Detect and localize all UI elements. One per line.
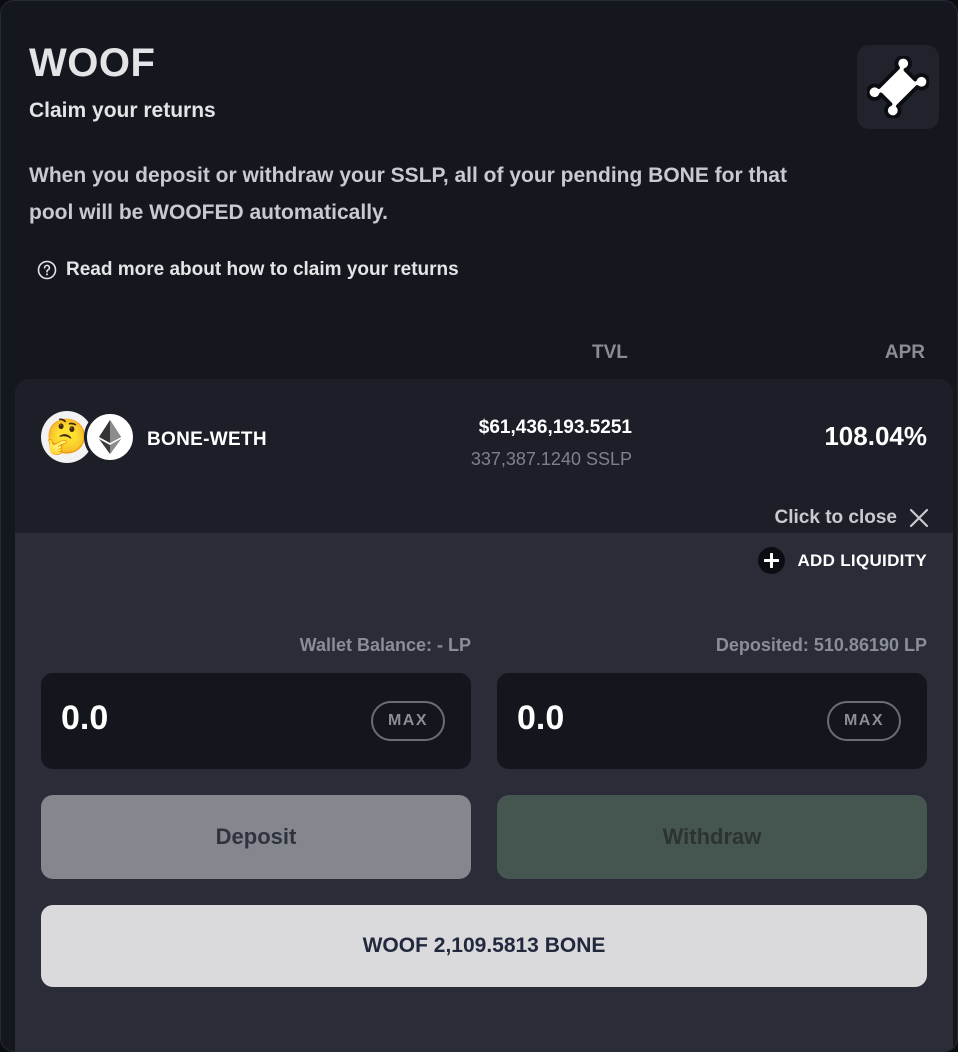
column-header-apr: APR xyxy=(884,342,925,363)
bone-icon xyxy=(867,56,929,118)
wallet-balance: Wallet Balance: - LP xyxy=(299,635,471,655)
deposited-balance: Deposited: 510.86190 LP xyxy=(715,635,927,655)
close-label: Click to close xyxy=(774,507,898,528)
close-button[interactable]: Click to close xyxy=(775,507,930,529)
ethereum-icon xyxy=(84,411,136,463)
add-liquidity-label: ADD LIQUIDITY xyxy=(797,550,927,570)
page-subtitle: Claim your returns xyxy=(29,99,216,122)
tvl-sslp: 337,387.1240 SSLP xyxy=(470,449,632,469)
deposit-amount-value: 0.0 xyxy=(61,699,109,737)
add-liquidity-button[interactable]: ADD LIQUIDITY xyxy=(758,547,927,574)
tvl-usd: $61,436,193.5251 xyxy=(478,417,632,438)
plus-icon xyxy=(758,547,786,574)
woof-card: WOOF Claim your returns When you deposit… xyxy=(0,0,958,1052)
apr-value: 108.04% xyxy=(824,421,927,451)
withdraw-amount-input[interactable]: 0.0 MAX xyxy=(497,673,927,769)
withdraw-button[interactable]: Withdraw xyxy=(497,795,927,879)
description-text: When you deposit or withdraw your SSLP, … xyxy=(29,164,787,224)
withdraw-amount-value: 0.0 xyxy=(517,699,565,737)
pool-panel: 🤔 BONE-WETH $61,436,193.5251 337,387.124… xyxy=(15,379,953,1051)
page-title: WOOF xyxy=(29,41,156,85)
bone-button[interactable] xyxy=(857,45,939,129)
woof-claim-button[interactable]: WOOF 2,109.5813 BONE xyxy=(41,905,927,987)
read-more-label: Read more about how to claim your return… xyxy=(66,259,459,280)
pool-pair-name: BONE-WETH xyxy=(147,429,267,450)
column-header-tvl: TVL xyxy=(592,342,628,363)
deposit-amount-input[interactable]: 0.0 MAX xyxy=(41,673,471,769)
help-circle-icon xyxy=(37,260,57,280)
withdraw-max-button[interactable]: MAX xyxy=(827,701,901,741)
read-more-link[interactable]: Read more about how to claim your return… xyxy=(37,259,459,281)
close-icon xyxy=(909,508,929,528)
deposit-button[interactable]: Deposit xyxy=(41,795,471,879)
deposit-max-button[interactable]: MAX xyxy=(371,701,445,741)
